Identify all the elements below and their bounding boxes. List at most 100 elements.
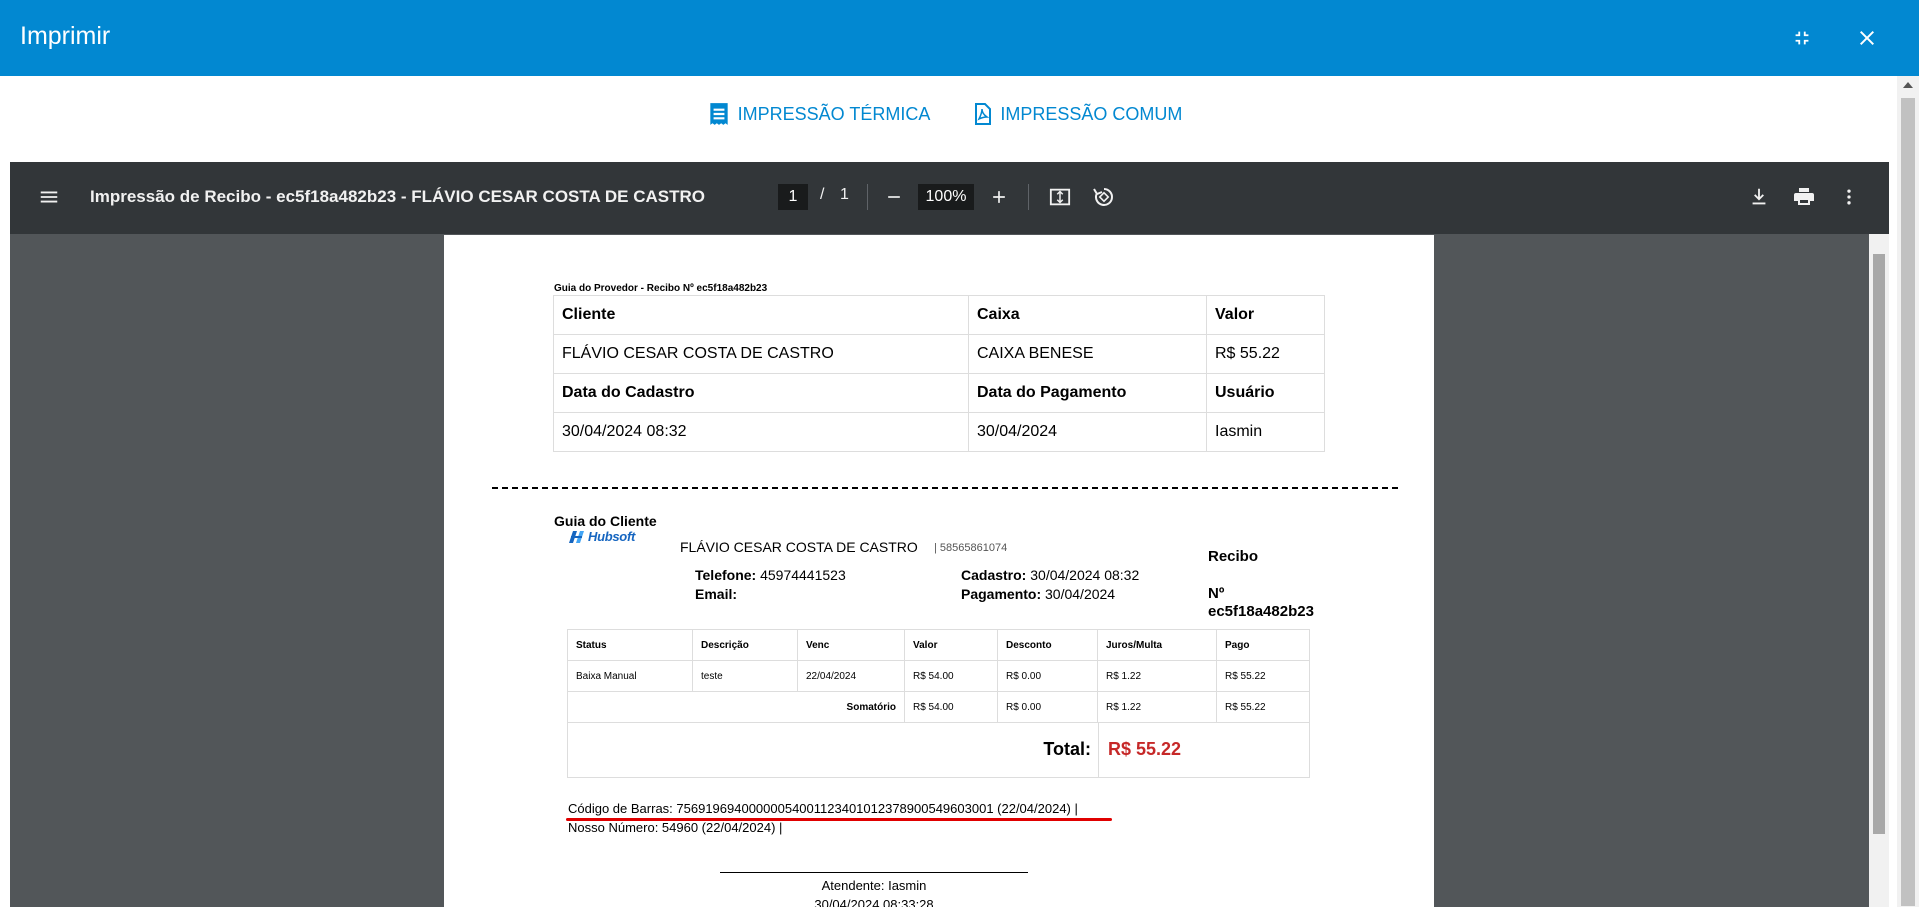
- telefone-value: 45974441523: [760, 567, 846, 583]
- barcode-text: Código de Barras: 7569196940000005400112…: [568, 801, 1078, 816]
- dialog-scrollbar-thumb[interactable]: [1901, 98, 1915, 906]
- recibo-no-value: ec5f18a482b23: [1208, 603, 1314, 620]
- cell-venc: 22/04/2024: [797, 660, 905, 692]
- thermal-print-button[interactable]: IMPRESSÃO TÉRMICA: [706, 96, 931, 132]
- fit-page-button[interactable]: [1043, 180, 1077, 214]
- pdf-toolbar: Impressão de Recibo - ec5f18a482b23 - FL…: [10, 162, 1889, 234]
- logo-text: Hubsoft: [588, 529, 635, 544]
- pagamento-label: Pagamento:: [961, 586, 1042, 602]
- customer-document: | 58565861074: [934, 542, 1008, 554]
- table-row: Baixa Manual teste 22/04/2024 R$ 54.00 R…: [567, 660, 1310, 692]
- zoom-out-button[interactable]: [877, 180, 911, 214]
- printer-icon: [1794, 188, 1814, 205]
- items-table: Status Descrição Venc Valor Desconto Jur…: [567, 629, 1310, 723]
- collapse-icon: [1795, 31, 1809, 45]
- value-valor: R$ 55.22: [1206, 334, 1325, 374]
- common-print-label: IMPRESSÃO COMUM: [1000, 103, 1183, 124]
- value-cliente: FLÁVIO CESAR COSTA DE CASTRO: [553, 334, 969, 374]
- pagamento-line: Pagamento: 30/04/2024: [961, 586, 1115, 602]
- total-row: Total: R$ 55.22: [567, 722, 1310, 778]
- header-data-pagamento: Data do Pagamento: [968, 373, 1207, 413]
- sum-row: Somatório R$ 54.00 R$ 0.00 R$ 1.22 R$ 55…: [567, 691, 1310, 723]
- page-separator: /: [820, 186, 825, 203]
- atendente-date: 30/04/2024 08:33:28: [814, 897, 934, 907]
- col-desconto: Desconto: [997, 629, 1098, 661]
- header-usuario: Usuário: [1206, 373, 1325, 413]
- rotate-button[interactable]: [1087, 180, 1121, 214]
- toolbar-divider: [1028, 184, 1029, 210]
- client-guide-title: Guia do Cliente: [554, 513, 657, 529]
- pdf-scrollbar[interactable]: [1869, 234, 1889, 907]
- pdf-scrollbar-thumb[interactable]: [1873, 254, 1885, 834]
- hamburger-icon: [40, 191, 58, 203]
- cell-desconto: R$ 0.00: [997, 660, 1098, 692]
- cut-line: [492, 487, 1398, 489]
- hubsoft-logo-icon: [569, 530, 584, 543]
- recibo-no-label: Nº: [1208, 585, 1225, 602]
- cell-juros-multa: R$ 1.22: [1097, 660, 1217, 692]
- print-button[interactable]: [1787, 180, 1821, 214]
- total-divider: [1098, 722, 1099, 777]
- sum-pago: R$ 55.22: [1216, 691, 1310, 723]
- dialog-scrollbar[interactable]: [1897, 76, 1919, 907]
- sum-desconto: R$ 0.00: [997, 691, 1098, 723]
- common-print-button[interactable]: IMPRESSÃO COMUM: [970, 96, 1182, 132]
- value-data-cadastro: 30/04/2024 08:32: [553, 412, 969, 452]
- telefone-label: Telefone:: [695, 567, 757, 583]
- close-button[interactable]: [1849, 20, 1885, 56]
- cell-pago: R$ 55.22: [1216, 660, 1310, 692]
- print-options: IMPRESSÃO TÉRMICA IMPRESSÃO COMUM: [0, 96, 1888, 132]
- more-options-button[interactable]: [1832, 180, 1866, 214]
- col-valor: Valor: [904, 629, 998, 661]
- total-value: R$ 55.22: [1108, 739, 1182, 759]
- collapse-button[interactable]: [1784, 20, 1820, 56]
- header-cliente: Cliente: [553, 295, 969, 335]
- scroll-up-arrow-icon[interactable]: [1903, 82, 1913, 88]
- minus-icon: [888, 196, 900, 198]
- pagamento-value: 30/04/2024: [1045, 586, 1116, 602]
- page-number-input[interactable]: 1: [778, 184, 808, 210]
- col-venc: Venc: [797, 629, 905, 661]
- header-data-cadastro: Data do Cadastro: [553, 373, 969, 413]
- total-pages: 1: [840, 186, 849, 203]
- recibo-number: Nº ec5f18a482b23: [1208, 585, 1314, 621]
- download-button[interactable]: [1742, 180, 1776, 214]
- zoom-input[interactable]: 100%: [918, 184, 974, 210]
- col-pago: Pago: [1216, 629, 1310, 661]
- recibo-label: Recibo: [1208, 548, 1259, 565]
- sum-juros-multa: R$ 1.22: [1097, 691, 1217, 723]
- pdf-page: Guia do Provedor - Recibo Nº ec5f18a482b…: [444, 235, 1434, 907]
- cell-descricao: teste: [692, 660, 798, 692]
- sum-label: Somatório: [567, 691, 905, 723]
- cadastro-line: Cadastro: 30/04/2024 08:32: [961, 567, 1139, 583]
- email-label: Email:: [695, 586, 738, 602]
- header-caixa: Caixa: [968, 295, 1207, 335]
- cell-valor: R$ 54.00: [904, 660, 998, 692]
- col-juros-multa: Juros/Multa: [1097, 629, 1217, 661]
- zoom-in-button[interactable]: [982, 180, 1016, 214]
- header-valor: Valor: [1206, 295, 1325, 335]
- value-caixa: CAIXA BENESE: [968, 334, 1207, 374]
- customer-name: FLÁVIO CESAR COSTA DE CASTRO: [680, 539, 918, 555]
- provider-table: Cliente Caixa Valor FLÁVIO CESAR COSTA D…: [553, 295, 1325, 452]
- pdf-viewer: Impressão de Recibo - ec5f18a482b23 - FL…: [10, 162, 1889, 907]
- total-label: Total:: [1043, 739, 1091, 759]
- telefone-line: Telefone: 45974441523: [695, 567, 846, 583]
- toolbar-divider: [867, 184, 868, 210]
- signature-line: [720, 872, 1028, 873]
- receipt-icon: [709, 103, 728, 125]
- pdf-icon: [975, 103, 992, 125]
- pdf-doc-title: Impressão de Recibo - ec5f18a482b23 - FL…: [90, 187, 705, 206]
- download-icon: [1752, 188, 1766, 205]
- menu-button[interactable]: [38, 186, 60, 213]
- thermal-print-label: IMPRESSÃO TÉRMICA: [737, 103, 931, 124]
- dialog-title: Imprimir: [20, 22, 111, 50]
- hubsoft-logo: Hubsoft: [568, 529, 635, 544]
- close-icon: [1860, 31, 1874, 45]
- cell-status: Baixa Manual: [567, 660, 693, 692]
- nosso-numero-text: Nosso Número: 54960 (22/04/2024) |: [568, 820, 783, 835]
- col-descricao: Descrição: [692, 629, 798, 661]
- email-line: Email:: [695, 586, 737, 602]
- cadastro-value: 30/04/2024 08:32: [1030, 567, 1140, 583]
- fit-page-icon: [1049, 188, 1071, 206]
